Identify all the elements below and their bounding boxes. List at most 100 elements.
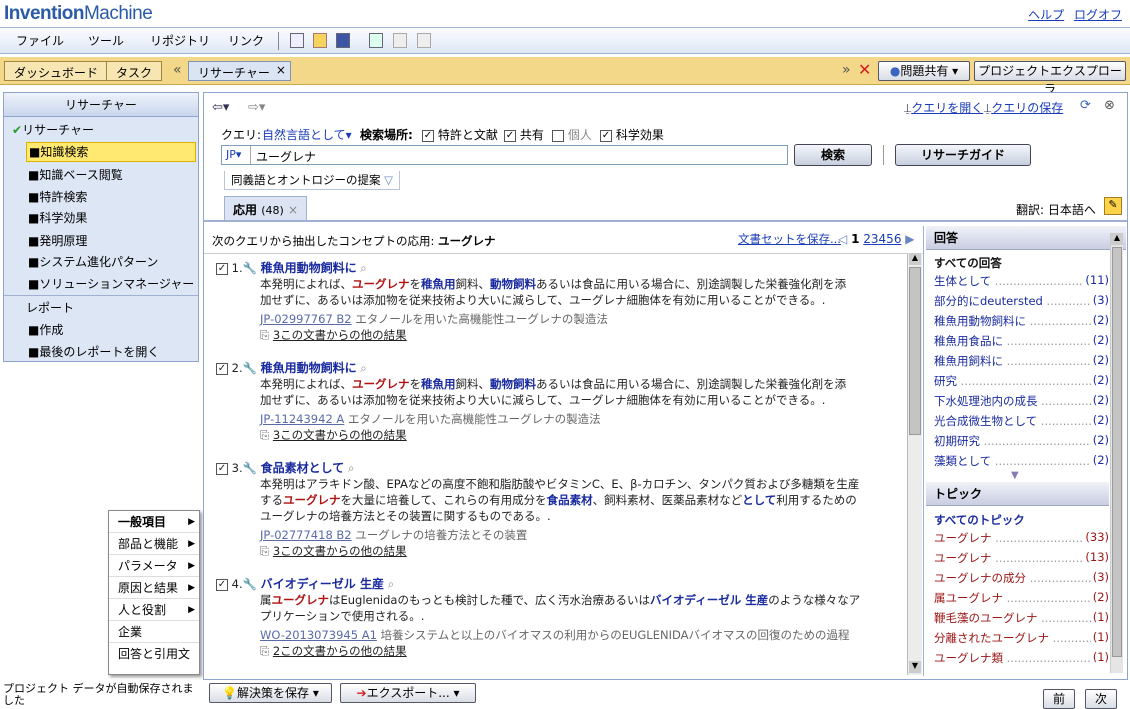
all-topics-link[interactable]: すべてのトピック [934,512,1109,528]
answer-item[interactable]: 稚魚用食品に .................................… [934,333,1109,349]
page-2[interactable]: 2 [863,232,871,246]
scroll-thumb[interactable] [1112,247,1122,657]
scroll-thumb[interactable] [909,267,921,435]
help-link[interactable]: ヘルプ [1028,8,1064,22]
ctx-people-roles[interactable]: 人と役割 ▶ [109,599,199,621]
answer-item[interactable]: 藻類として ..................................… [934,453,1109,469]
save-docset-link[interactable]: 文書セットを保存... [738,231,841,247]
next-button[interactable]: 次 [1085,689,1117,709]
research-guide-button[interactable]: リサーチガイド [895,144,1031,166]
ctx-cause-effect[interactable]: 原因と結果 ▶ [109,577,199,599]
nav-evolution-patterns[interactable]: ■システム進化パターン [28,253,158,270]
nav-science-effects[interactable]: ■科学効果 [28,209,87,226]
tab-dashboard[interactable]: ダッシュボード [4,61,109,81]
close-circle-icon[interactable]: ⊗ [1104,98,1115,113]
problem-share-button[interactable]: ●問題共有 ▾ [878,61,970,81]
result-title[interactable]: 稚魚用動物飼料に [261,261,357,275]
ctx-parts[interactable]: 部品と機能 ▶ [109,533,199,555]
magnifier-icon[interactable]: ⌕ [360,361,366,375]
result-checkbox[interactable]: ✓ [216,262,228,275]
answer-item[interactable]: 分離されたユーグレナ .............................… [934,630,1109,646]
more-results-link[interactable]: 3この文書からの他の結果 [273,328,407,342]
scope-effects-checkbox[interactable]: ✓ 科学効果 [600,126,664,143]
answer-item[interactable]: 研究 .....................................… [934,373,1109,389]
answer-item[interactable]: 稚魚用飼料に .................................… [934,353,1109,369]
answers-scrollbar[interactable]: ▲ [1110,233,1123,673]
project-explorer-button[interactable]: プロジェクトエクスプローラ [974,61,1126,96]
menu-repository[interactable]: リポジトリ [150,32,210,49]
patent-id-link[interactable]: JP-11243942 A [260,412,344,426]
answer-item[interactable]: 鞭毛藻のユーグレナ ..............................… [934,610,1109,626]
nav-knowledge-base[interactable]: ■知識ベース閲覧 [28,166,123,183]
logout-link[interactable]: ログオフ [1074,8,1122,22]
page-6[interactable]: 6 [894,232,902,246]
scroll-up-icon[interactable]: ▲ [909,253,921,265]
magnifier-icon[interactable]: ⌕ [348,461,354,475]
more-results-link[interactable]: 2この文書からの他の結果 [273,644,407,658]
result-checkbox[interactable]: ✓ [216,462,228,475]
refresh-icon[interactable]: ⟳ [1080,98,1091,113]
page-5[interactable]: 5 [886,232,894,246]
scroll-up-icon[interactable]: ▲ [1111,233,1123,245]
patent-id-link[interactable]: JP-02777418 B2 [260,528,352,542]
patent-id-link[interactable]: JP-02997767 B2 [260,312,352,326]
all-answers-link[interactable]: すべての回答 [934,255,1109,271]
nav-inventive-principles[interactable]: ■発明原理 [28,232,87,249]
save-solution-button[interactable]: 💡解決策を保存 ▾ [209,683,332,703]
nav-solution-manager[interactable]: ■ソリューションマネージャー [28,275,194,292]
query-input[interactable]: JP▾ ユーグレナ [221,145,788,165]
back-arrow-icon[interactable]: ⇦▾ [212,100,229,115]
nav-patent-search[interactable]: ■特許検索 [28,188,87,205]
answer-item[interactable]: 生体として ..................................… [934,273,1109,289]
save-disk-icon[interactable] [336,33,350,48]
tab-researcher[interactable]: リサーチャー × [188,61,291,81]
answer-item[interactable]: 光合成微生物として ..............................… [934,413,1109,429]
result-checkbox[interactable]: ✓ [216,578,228,591]
scope-shared-checkbox[interactable]: ✓ 共有 [504,126,544,143]
translate-label[interactable]: 翻訳: 日本語へ [1016,201,1096,218]
language-dropdown[interactable]: JP▾ [226,148,241,161]
tab-task[interactable]: タスク [106,61,163,81]
result-checkbox[interactable]: ✓ [216,362,228,375]
results-scrollbar[interactable]: ▲ ▼ [907,253,922,675]
export-button[interactable]: ➔エクスポート... ▾ [340,683,476,703]
answer-item[interactable]: ユーグレナ類 .................................… [934,650,1109,666]
more-results-link[interactable]: 3この文書からの他の結果 [273,544,407,558]
nav-knowledge-search[interactable]: ■知識検索 [26,142,196,162]
result-title[interactable]: 食品素材として [261,461,345,475]
answer-item[interactable]: 下水処理池内の成長 ..............................… [934,393,1109,409]
forward-arrow-icon[interactable]: ⇨▾ [248,100,265,115]
copy-icon[interactable] [369,33,383,48]
scope-personal-checkbox[interactable]: 個人 [552,126,592,143]
answer-item[interactable]: ユーグレナ ..................................… [934,530,1109,546]
tabs-scroll-left-icon[interactable]: « [173,62,182,78]
answer-item[interactable]: 属ユーグレナ .................................… [934,590,1109,606]
nav-report-open-last[interactable]: ■最後のレポートを開く [28,343,159,360]
tabs-scroll-right-icon[interactable]: » [842,62,851,78]
open-query-link[interactable]: ⍊クエリを開く [904,99,983,116]
nav-report-create[interactable]: ■作成 [28,321,63,338]
menu-tools[interactable]: ツール [88,32,124,49]
save-query-link[interactable]: ⍊クエリの保存 [984,99,1063,116]
answer-item[interactable]: 稚魚用動物飼料に ...............................… [934,313,1109,329]
ctx-company[interactable]: 企業 [109,621,199,643]
tab-close-icon[interactable]: × [276,63,286,77]
close-red-icon[interactable]: ✕ [858,60,871,79]
scope-patents-checkbox[interactable]: ✓ 特許と文献 [422,126,498,143]
pencil-icon[interactable]: ✎ [1104,197,1122,215]
patent-id-link[interactable]: WO-2013073945 A1 [260,628,377,642]
ctx-parameters[interactable]: パラメータ ▶ [109,555,199,577]
tab-close-icon[interactable]: × [288,203,298,217]
open-folder-icon[interactable] [313,33,327,48]
nav-root-researcher[interactable]: ✔リサーチャー [12,121,94,138]
next-page-icon[interactable]: ▶ [905,232,914,246]
magnifier-icon[interactable]: ⌕ [360,261,366,275]
tab-applications[interactable]: 応用 (48) × [224,196,308,220]
more-results-link[interactable]: 3この文書からの他の結果 [273,428,407,442]
answer-item[interactable]: ユーグレナ ..................................… [934,550,1109,566]
menu-file[interactable]: ファイル [16,32,64,49]
prev-page-icon[interactable]: ◁ [838,232,847,246]
ctx-general[interactable]: 一般項目 ▶ [109,511,199,533]
ctx-answers-quotes[interactable]: 回答と引用文 [109,643,199,665]
expand-down-icon[interactable]: ▼ [1011,470,1019,481]
